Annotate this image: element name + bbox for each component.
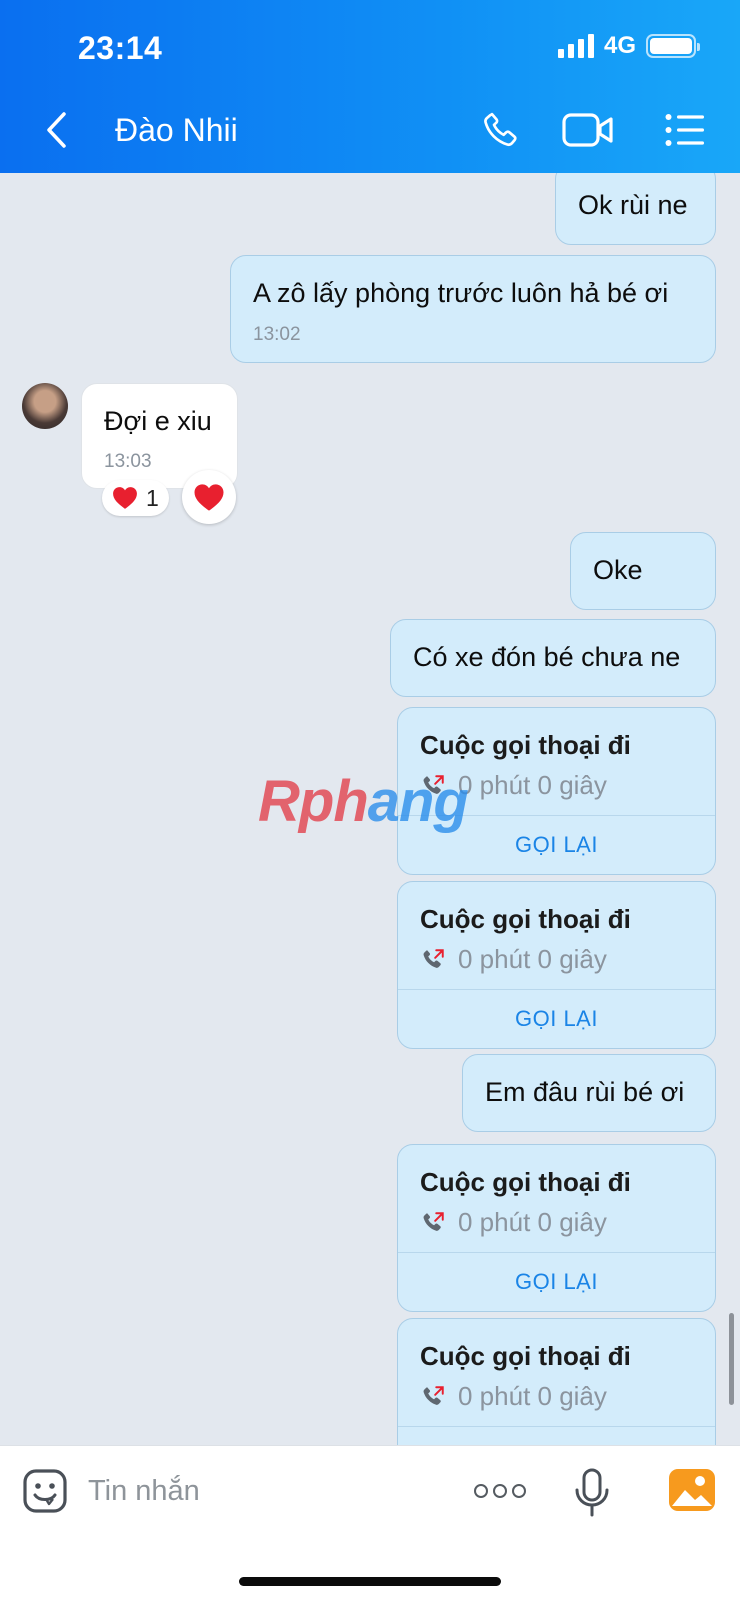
more-icon-dot bbox=[512, 1484, 526, 1498]
menu-button[interactable] bbox=[661, 106, 709, 154]
message-bubble-outgoing[interactable]: Oke bbox=[570, 532, 716, 610]
message-bubble-outgoing[interactable]: Em đâu rùi bé ơi bbox=[462, 1054, 716, 1132]
call-duration: 0 phút 0 giây bbox=[458, 1207, 607, 1237]
message-text: Oke bbox=[593, 555, 643, 585]
contact-name[interactable]: Đào Nhii bbox=[115, 112, 238, 149]
message-time: 13:02 bbox=[253, 324, 301, 345]
call-card[interactable]: Cuộc gọi thoại đi 0 phút 0 giây GỌI LẠI bbox=[397, 881, 716, 1049]
call-duration: 0 phút 0 giây bbox=[458, 770, 607, 800]
video-call-icon bbox=[562, 113, 613, 147]
battery-icon bbox=[646, 34, 700, 58]
call-meta: 0 phút 0 giây bbox=[420, 944, 607, 975]
call-duration: 0 phút 0 giây bbox=[458, 944, 607, 974]
image-picker-button[interactable] bbox=[668, 1468, 716, 1512]
divider bbox=[398, 1426, 715, 1427]
more-button[interactable] bbox=[474, 1476, 526, 1506]
redial-button[interactable]: GỌI LẠI bbox=[398, 1269, 715, 1295]
outgoing-call-icon bbox=[423, 1385, 444, 1405]
mic-icon bbox=[575, 1468, 609, 1517]
back-icon bbox=[47, 112, 66, 148]
react-button[interactable] bbox=[182, 470, 236, 524]
status-indicators: 4G bbox=[557, 32, 700, 60]
message-text: Ok rùi ne bbox=[578, 190, 688, 220]
outgoing-call-icon bbox=[423, 1211, 444, 1231]
redial-button[interactable]: GỌI LẠI bbox=[398, 1006, 715, 1032]
home-indicator bbox=[239, 1577, 501, 1586]
call-title: Cuộc gọi thoại đi bbox=[420, 904, 631, 934]
signal-icon bbox=[557, 34, 594, 58]
message-bubble-outgoing[interactable]: Ok rùi ne bbox=[555, 173, 716, 245]
status-time: 23:14 bbox=[78, 30, 163, 66]
call-title: Cuộc gọi thoại đi bbox=[420, 1167, 631, 1197]
voice-call-button[interactable] bbox=[477, 106, 525, 154]
message-text: Đợi e xiu bbox=[104, 406, 212, 436]
watermark-part2: ang bbox=[367, 769, 469, 834]
video-call-button[interactable] bbox=[560, 106, 616, 154]
message-time: 13:03 bbox=[104, 451, 152, 472]
phone-icon bbox=[484, 112, 517, 147]
chat-header: 23:14 4G Đào Nhii bbox=[0, 0, 740, 173]
message-text: Em đâu rùi bé ơi bbox=[485, 1077, 685, 1107]
divider bbox=[398, 1252, 715, 1253]
reaction-count: 1 bbox=[146, 484, 159, 511]
heart-icon bbox=[113, 487, 137, 509]
voice-message-button[interactable] bbox=[572, 1468, 612, 1517]
call-meta: 0 phút 0 giây bbox=[420, 1207, 607, 1238]
message-text: Có xe đón bé chưa ne bbox=[413, 642, 681, 672]
more-icon-dot bbox=[493, 1484, 507, 1498]
call-meta: 0 phút 0 giây bbox=[420, 1381, 607, 1412]
call-card[interactable]: Cuộc gọi thoại đi 0 phút 0 giây GỌI LẠI bbox=[397, 1144, 716, 1312]
menu-list-icon bbox=[665, 114, 704, 146]
divider bbox=[398, 989, 715, 990]
emoji-icon bbox=[23, 1469, 67, 1513]
outgoing-call-icon bbox=[423, 948, 444, 968]
message-list[interactable]: Ok rùi ne A zô lấy phòng trước luôn hả b… bbox=[0, 173, 740, 1445]
message-bubble-outgoing[interactable]: Có xe đón bé chưa ne bbox=[390, 619, 716, 697]
call-title: Cuộc gọi thoại đi bbox=[420, 1341, 631, 1371]
network-type: 4G bbox=[603, 32, 636, 59]
call-title: Cuộc gọi thoại đi bbox=[420, 730, 631, 760]
heart-icon bbox=[194, 483, 224, 511]
message-text: A zô lấy phòng trước luôn hả bé ơi bbox=[253, 278, 669, 308]
more-icon bbox=[474, 1484, 488, 1498]
call-duration: 0 phút 0 giây bbox=[458, 1381, 607, 1411]
image-icon bbox=[669, 1469, 715, 1511]
message-bubble-outgoing[interactable]: A zô lấy phòng trước luôn hả bé ơi 13:02 bbox=[230, 255, 716, 363]
watermark: Rphang bbox=[258, 768, 469, 835]
avatar[interactable] bbox=[22, 383, 68, 429]
scrollbar[interactable] bbox=[729, 1313, 734, 1405]
redial-button[interactable]: GỌI LẠI bbox=[398, 832, 715, 858]
emoji-button[interactable] bbox=[22, 1468, 68, 1514]
call-card[interactable]: Cuộc gọi thoại đi 0 phút 0 giây bbox=[397, 1318, 716, 1445]
message-input[interactable] bbox=[88, 1466, 428, 1516]
reaction-summary[interactable]: 1 bbox=[102, 480, 169, 516]
back-button[interactable] bbox=[36, 108, 76, 152]
watermark-part1: Rph bbox=[258, 769, 369, 834]
